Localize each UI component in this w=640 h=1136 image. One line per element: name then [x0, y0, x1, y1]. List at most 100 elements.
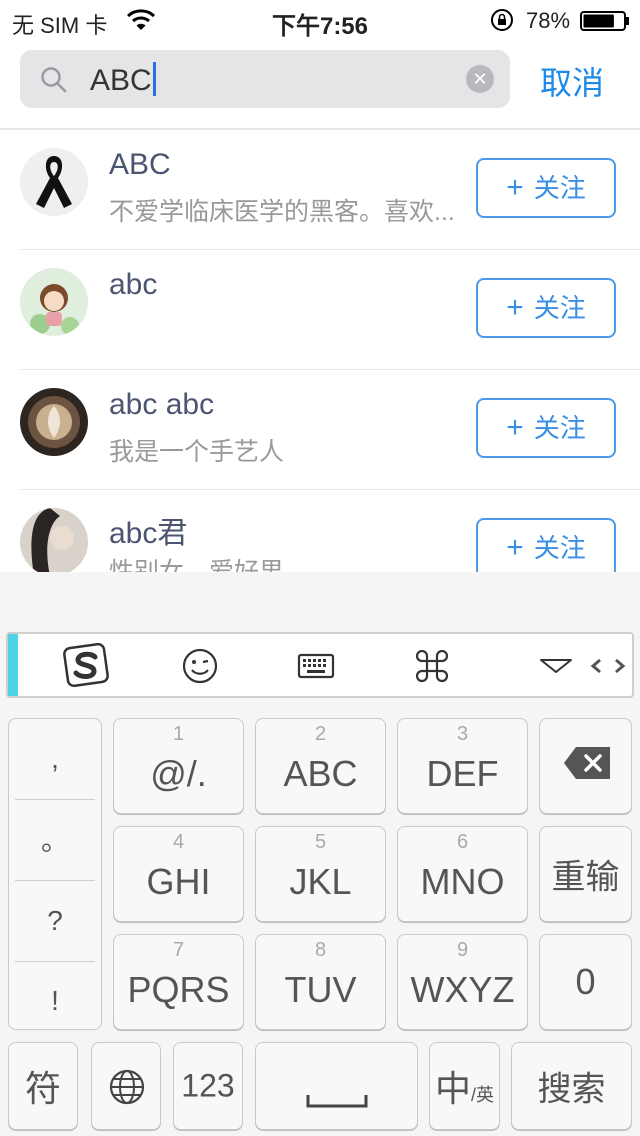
key-number: 2: [314, 723, 327, 745]
key-label: ABC: [283, 753, 358, 794]
language-switch-button[interactable]: 中/英: [429, 1042, 500, 1130]
follow-button[interactable]: + 关注: [476, 278, 616, 338]
space-icon: [306, 1095, 368, 1108]
punctuation-key[interactable]: !: [15, 971, 95, 1049]
key-8[interactable]: 8 TUV: [255, 934, 386, 1030]
punctuation-key[interactable]: ,: [15, 729, 95, 807]
user-name: abc: [109, 268, 158, 301]
plus-icon: +: [506, 411, 524, 444]
key-label: PQRS: [127, 969, 230, 1010]
keyboard-toolbar: [6, 632, 634, 698]
follow-button[interactable]: + 关注: [476, 158, 616, 218]
key-2[interactable]: 2 ABC: [255, 718, 386, 814]
sogou-logo-icon[interactable]: [62, 642, 112, 690]
key-label: 搜索: [537, 1070, 606, 1109]
follow-label: 关注: [533, 413, 586, 443]
key-label: WXYZ: [410, 969, 515, 1010]
key-label: DEF: [426, 753, 499, 794]
symbols-button[interactable]: 符: [8, 1042, 78, 1130]
key-label: 0: [575, 961, 596, 1002]
search-bar[interactable]: ABC ✕: [20, 50, 510, 108]
key-5[interactable]: 5 JKL: [255, 826, 386, 922]
avatar[interactable]: [20, 268, 88, 336]
search-input[interactable]: ABC: [90, 62, 156, 98]
search-results-list[interactable]: ABC 不爱学临床医学的黑客。喜欢... + 关注 abc + 关注 abc a…: [0, 130, 640, 572]
avatar[interactable]: [20, 508, 88, 572]
user-bio: 不爱学临床医学的黑客。喜欢...: [109, 198, 455, 226]
user-row[interactable]: ABC 不爱学临床医学的黑客。喜欢... + 关注: [0, 130, 640, 250]
search-query: ABC: [90, 64, 152, 97]
key-number: 9: [456, 939, 469, 961]
backspace-button[interactable]: [539, 718, 632, 814]
key-number: 4: [172, 831, 185, 853]
key-number: 5: [314, 831, 327, 853]
keyboard-icon[interactable]: [296, 646, 336, 686]
avatar[interactable]: [20, 388, 88, 456]
key-7[interactable]: 7 PQRS: [113, 934, 244, 1030]
search-icon: [41, 67, 67, 93]
follow-label: 关注: [533, 533, 586, 563]
key-4[interactable]: 4 GHI: [113, 826, 244, 922]
key-number: 7: [172, 939, 185, 961]
clear-icon[interactable]: ✕: [466, 65, 494, 93]
divider: [15, 961, 95, 962]
space-button[interactable]: [255, 1042, 418, 1130]
key-label: MNO: [420, 861, 505, 902]
plus-icon: +: [506, 531, 524, 564]
command-icon[interactable]: [412, 646, 452, 686]
emoji-icon[interactable]: [180, 646, 220, 686]
status-bar: 无 SIM 卡 下午7:56 78%: [0, 0, 640, 40]
globe-icon: [109, 1069, 145, 1105]
punctuation-key[interactable]: ?: [15, 891, 95, 969]
key-3[interactable]: 3 DEF: [397, 718, 528, 814]
key-label: 123: [181, 1067, 235, 1104]
user-name: abc君: [109, 517, 188, 550]
numbers-button[interactable]: 123: [173, 1042, 243, 1130]
user-row[interactable]: abc abc 我是一个手艺人 + 关注: [0, 370, 640, 490]
key-number: 6: [456, 831, 469, 853]
key-1[interactable]: 1 @/.: [113, 718, 244, 814]
toolbar-accent: [8, 634, 18, 696]
key-sublabel: /英: [471, 1085, 495, 1105]
key-0[interactable]: 0: [539, 934, 632, 1030]
avatar[interactable]: [20, 148, 88, 216]
collapse-icon[interactable]: [536, 646, 576, 686]
punctuation-column[interactable]: , 。 ? !: [8, 718, 102, 1030]
key-label: 重输: [551, 858, 620, 897]
divider: [15, 799, 95, 800]
language-label: 中/英: [430, 1060, 499, 1112]
key-label: TUV: [284, 969, 357, 1010]
key-label: @/.: [150, 753, 207, 794]
keyboard[interactable]: , 。 ? ! 1 @/. 2 ABC 3 DEF 4 GHI 5 JKL 6 …: [0, 572, 640, 1136]
key-label: GHI: [146, 861, 211, 902]
globe-button[interactable]: [91, 1042, 161, 1130]
rotation-lock-icon: [491, 9, 513, 31]
key-label: 中: [434, 1068, 471, 1109]
key-number: 3: [456, 723, 469, 745]
divider: [15, 880, 95, 881]
key-6[interactable]: 6 MNO: [397, 826, 528, 922]
user-row[interactable]: abc + 关注: [0, 250, 640, 370]
follow-label: 关注: [533, 293, 586, 323]
text-cursor: [152, 62, 156, 96]
user-bio: 性别女，爱好男: [109, 558, 285, 572]
cursor-move-icon[interactable]: [588, 646, 628, 686]
search-key-button[interactable]: 搜索: [511, 1042, 632, 1130]
cancel-button[interactable]: 取消: [540, 58, 604, 104]
key-number: 8: [314, 939, 327, 961]
reinput-button[interactable]: 重输: [539, 826, 632, 922]
battery-percent: 78%: [526, 8, 571, 33]
plus-icon: +: [506, 171, 524, 204]
punctuation-key[interactable]: 。: [15, 811, 95, 889]
follow-button[interactable]: + 关注: [476, 518, 616, 572]
plus-icon: +: [506, 291, 524, 324]
user-bio: 我是一个手艺人: [109, 438, 285, 466]
user-row[interactable]: abc君 性别女，爱好男 + 关注: [0, 490, 640, 572]
user-name: abc abc: [109, 388, 215, 421]
key-number: 1: [172, 723, 185, 745]
battery-icon: [580, 11, 629, 31]
key-9[interactable]: 9 WXYZ: [397, 934, 528, 1030]
follow-button[interactable]: + 关注: [476, 398, 616, 458]
backspace-icon: [564, 747, 610, 779]
key-label: 符: [24, 1068, 61, 1109]
